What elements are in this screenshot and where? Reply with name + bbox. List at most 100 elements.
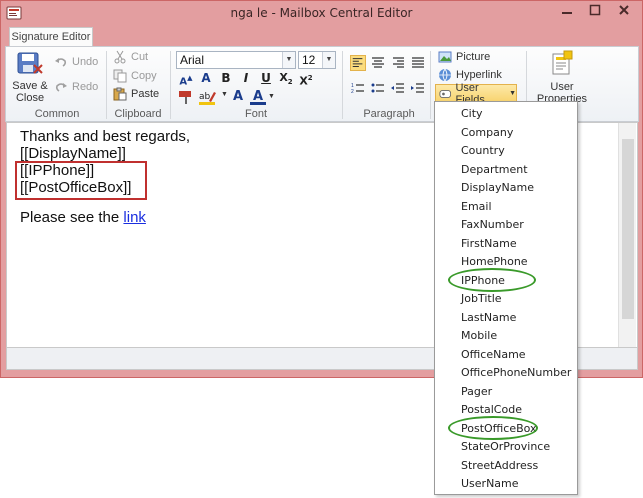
align-left-icon[interactable] bbox=[350, 55, 366, 71]
menu-item-lastname[interactable]: LastName bbox=[461, 311, 516, 324]
font-color-icon[interactable]: A bbox=[250, 89, 266, 105]
hyperlink-label: Hyperlink bbox=[456, 69, 502, 81]
see-prefix-text: Please see the bbox=[20, 209, 120, 226]
hyperlink-icon bbox=[439, 68, 451, 82]
font-family-value: Arial bbox=[180, 53, 205, 67]
copy-button[interactable]: Copy bbox=[113, 69, 157, 83]
menu-item-stateorprovince[interactable]: StateOrProvince bbox=[461, 440, 550, 453]
scrollbar-thumb[interactable] bbox=[622, 139, 634, 319]
insert-picture-button[interactable]: Picture bbox=[438, 50, 490, 64]
save-close-label-1: Save & bbox=[12, 80, 48, 92]
cut-button[interactable]: Cut bbox=[113, 50, 148, 64]
redo-button[interactable]: Redo bbox=[54, 80, 98, 94]
menu-item-department[interactable]: Department bbox=[461, 163, 528, 176]
tab-signature-editor[interactable]: Signature Editor bbox=[9, 27, 93, 48]
save-close-label-2: Close bbox=[15, 92, 45, 104]
menu-item-postalcode[interactable]: PostalCode bbox=[461, 403, 522, 416]
copy-icon bbox=[113, 69, 127, 83]
menu-item-firstname[interactable]: FirstName bbox=[461, 237, 517, 250]
menu-item-company[interactable]: Company bbox=[461, 126, 513, 139]
close-button[interactable] bbox=[610, 3, 638, 23]
svg-text:ab: ab bbox=[199, 92, 211, 102]
menu-item-mobile[interactable]: Mobile bbox=[461, 329, 497, 342]
minimize-button[interactable] bbox=[554, 3, 580, 23]
paste-label: Paste bbox=[131, 88, 160, 100]
ribbon-tabs: Signature Editor bbox=[1, 25, 642, 48]
signature-link[interactable]: link bbox=[123, 209, 146, 226]
grow-font-icon[interactable]: A▲ bbox=[178, 70, 194, 87]
copy-label: Copy bbox=[131, 70, 157, 82]
maximize-button[interactable] bbox=[582, 3, 608, 23]
separator bbox=[170, 51, 171, 119]
menu-item-officename[interactable]: OfficeName bbox=[461, 348, 526, 361]
user-properties-button[interactable]: User Properties bbox=[530, 50, 594, 105]
shrink-font-icon[interactable]: A bbox=[198, 70, 214, 86]
menu-item-homephone[interactable]: HomePhone bbox=[461, 255, 528, 268]
chevron-down-icon[interactable]: ▼ bbox=[268, 93, 275, 100]
redo-label: Redo bbox=[72, 81, 99, 93]
save-icon bbox=[17, 52, 43, 74]
separator bbox=[106, 51, 107, 119]
minimize-icon bbox=[562, 12, 572, 14]
common-group-label: Common bbox=[34, 108, 80, 120]
chevron-down-icon: ▼ bbox=[509, 90, 516, 97]
menu-item-streetaddress[interactable]: StreetAddress bbox=[461, 459, 538, 472]
close-icon bbox=[619, 5, 629, 15]
editor-scrollbar[interactable] bbox=[618, 123, 636, 347]
highlight-annotation-oval bbox=[448, 416, 538, 440]
clipboard-group-label: Clipboard bbox=[114, 108, 162, 120]
separator bbox=[342, 51, 343, 119]
chevron-down-icon[interactable]: ▼ bbox=[322, 52, 335, 68]
cut-label: Cut bbox=[131, 51, 149, 63]
user-fields-menu: City Company Country Department DisplayN… bbox=[434, 101, 578, 495]
font-size-select[interactable]: 12 ▼ bbox=[298, 51, 336, 69]
bullet-list-icon[interactable] bbox=[370, 81, 386, 97]
editor-line: [[DisplayName]] bbox=[20, 145, 126, 162]
undo-button[interactable]: Undo bbox=[54, 55, 98, 69]
insert-hyperlink-button[interactable]: Hyperlink bbox=[438, 68, 502, 82]
menu-item-city[interactable]: City bbox=[461, 107, 483, 120]
menu-item-country[interactable]: Country bbox=[461, 144, 505, 157]
align-center-icon[interactable] bbox=[370, 55, 386, 71]
italic-icon[interactable]: I bbox=[238, 70, 254, 86]
font-size-value: 12 bbox=[302, 53, 316, 67]
separator bbox=[430, 51, 431, 119]
menu-item-displayname[interactable]: DisplayName bbox=[461, 181, 534, 194]
editor-line: Please see the link bbox=[20, 209, 146, 226]
menu-item-email[interactable]: Email bbox=[461, 200, 492, 213]
title-bar: nga le - Mailbox Central Editor bbox=[1, 1, 642, 25]
highlight-annotation-oval bbox=[448, 268, 536, 292]
menu-item-officephonenumber[interactable]: OfficePhoneNumber bbox=[461, 366, 571, 379]
subscript-icon[interactable]: X2 bbox=[278, 70, 294, 86]
maximize-icon bbox=[589, 4, 601, 16]
picture-label: Picture bbox=[456, 51, 491, 63]
font-style-icon[interactable]: A bbox=[230, 89, 246, 105]
increase-indent-icon[interactable] bbox=[410, 81, 426, 97]
bold-icon[interactable]: B bbox=[218, 70, 234, 86]
undo-icon bbox=[55, 58, 67, 67]
picture-icon bbox=[438, 51, 452, 63]
align-right-icon[interactable] bbox=[390, 55, 406, 71]
save-close-button[interactable]: Save & Close bbox=[10, 51, 50, 104]
paste-button[interactable]: Paste bbox=[113, 87, 159, 101]
menu-item-pager[interactable]: Pager bbox=[461, 385, 492, 398]
decrease-indent-icon[interactable] bbox=[390, 81, 406, 97]
menu-item-username[interactable]: UserName bbox=[461, 477, 519, 490]
superscript-icon[interactable]: X2 bbox=[298, 70, 314, 88]
font-group-label: Font bbox=[244, 108, 267, 120]
highlight-color-icon[interactable]: ab bbox=[199, 89, 221, 105]
chevron-down-icon[interactable]: ▼ bbox=[221, 91, 228, 98]
menu-item-jobtitle[interactable]: JobTitle bbox=[461, 292, 502, 305]
menu-item-faxnumber[interactable]: FaxNumber bbox=[461, 218, 524, 231]
numbered-list-icon[interactable]: 12 bbox=[350, 81, 366, 97]
paragraph-group-label: Paragraph bbox=[363, 108, 415, 120]
user-properties-icon bbox=[552, 50, 573, 75]
chevron-down-icon[interactable]: ▼ bbox=[282, 52, 295, 68]
underline-icon[interactable]: U bbox=[258, 70, 274, 86]
font-family-select[interactable]: Arial ▼ bbox=[176, 51, 296, 69]
user-fields-icon bbox=[439, 89, 452, 98]
scissors-icon bbox=[114, 50, 126, 64]
redo-icon bbox=[55, 83, 67, 92]
format-painter-icon[interactable] bbox=[178, 89, 194, 105]
justify-icon[interactable] bbox=[410, 55, 426, 71]
